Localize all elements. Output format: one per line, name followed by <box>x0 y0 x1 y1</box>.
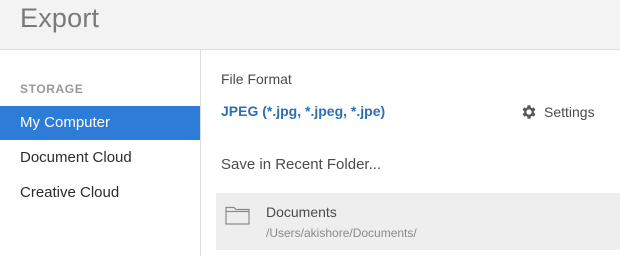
page-title: Export <box>20 3 100 33</box>
folder-name: Documents <box>266 204 337 220</box>
sidebar-item-document-cloud[interactable]: Document Cloud <box>0 141 200 175</box>
folder-path: /Users/akishore/Documents/ <box>266 226 417 240</box>
export-main-panel: File Format JPEG (*.jpg, *.jpeg, *.jpe) … <box>201 50 620 256</box>
sidebar-item-creative-cloud[interactable]: Creative Cloud <box>0 176 200 210</box>
settings-label: Settings <box>544 104 595 120</box>
gear-icon <box>522 105 536 119</box>
file-format-label: File Format <box>221 71 292 87</box>
sidebar-item-my-computer[interactable]: My Computer <box>0 106 200 140</box>
recent-folder-item[interactable]: Documents /Users/akishore/Documents/ <box>216 193 620 250</box>
sidebar-heading: STORAGE <box>20 82 84 96</box>
settings-button[interactable]: Settings <box>520 102 595 122</box>
storage-sidebar: STORAGE My Computer Document Cloud Creat… <box>0 50 201 256</box>
folder-icon <box>225 206 250 225</box>
dialog-header: Export <box>0 0 620 50</box>
file-format-selector[interactable]: JPEG (*.jpg, *.jpeg, *.jpe) <box>221 103 385 119</box>
recent-folder-label: Save in Recent Folder... <box>221 156 382 173</box>
